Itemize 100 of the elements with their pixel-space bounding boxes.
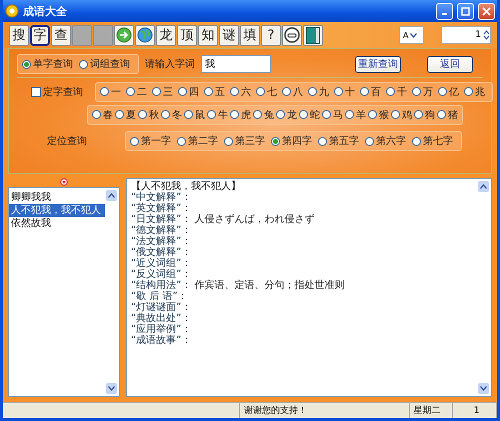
number-radio[interactable]: 三 — [152, 84, 173, 98]
toolbar-button[interactable]: ? — [261, 24, 281, 46]
caret-down-icon — [410, 32, 418, 38]
toolbar-button[interactable]: 搜 — [9, 24, 29, 46]
zodiac-radio[interactable]: 羊 — [345, 108, 366, 122]
close-button[interactable] — [478, 2, 495, 20]
field-label: “典故出处”： — [131, 313, 192, 324]
page-spinner[interactable]: 1 — [441, 26, 491, 44]
result-list-item[interactable]: 依然故我 — [9, 217, 105, 230]
maximize-button[interactable] — [457, 2, 474, 20]
caret-down-icon — [108, 386, 115, 391]
status-text: 谢谢您的支持！ — [244, 404, 308, 417]
zodiac-radio[interactable]: 兔 — [253, 108, 274, 122]
minimize-button[interactable] — [436, 2, 453, 20]
field-value: 人侵さずんば，われ侵さず — [194, 214, 314, 225]
result-list-item[interactable]: 卿卿我我 — [9, 191, 105, 204]
number-radio[interactable]: 九 — [308, 84, 329, 98]
idiom-title: 【人不犯我，我不犯人】 — [131, 181, 242, 192]
number-radio[interactable]: 亿 — [438, 84, 459, 98]
status-text: 星期二 — [414, 404, 441, 417]
zodiac-radio[interactable]: 虎 — [230, 108, 251, 122]
field-label: “成语故事”： — [131, 335, 192, 346]
zodiac-radio[interactable]: 龙 — [276, 108, 297, 122]
number-radio[interactable]: 五 — [204, 84, 225, 98]
zodiac-radio[interactable]: 狗 — [414, 108, 435, 122]
number-radio[interactable]: 四 — [178, 84, 199, 98]
zodiac-radio[interactable]: 猴 — [368, 108, 389, 122]
word-input-field[interactable]: 我 — [201, 55, 271, 73]
field-label: “灯谜谜面”： — [131, 302, 192, 313]
zodiac-radio[interactable]: 夏 — [115, 108, 136, 122]
globe-icon — [137, 27, 153, 43]
input-label: 请输入字词 — [145, 58, 195, 71]
number-radio[interactable]: 兆 — [464, 84, 485, 98]
field-label: “结构用法”： — [131, 280, 192, 291]
number-radio[interactable]: 万 — [412, 84, 433, 98]
fixed-char-checkbox[interactable]: 定字查询 — [31, 84, 83, 98]
field-label: “应用举例”： — [131, 324, 192, 335]
number-radio[interactable]: 百 — [360, 84, 381, 98]
toolbar-button[interactable]: 谜 — [219, 24, 239, 46]
marker-icon — [60, 178, 68, 186]
number-radio[interactable]: 一 — [100, 84, 121, 98]
position-radio[interactable]: 第六字 — [365, 134, 406, 148]
field-label: “法文解释”： — [131, 236, 192, 247]
field-value: 作宾语、定语、分句；指处世准则 — [194, 280, 344, 291]
position-radio[interactable]: 第五字 — [318, 134, 359, 148]
toolbar-button[interactable] — [282, 24, 302, 46]
zodiac-radio[interactable]: 春 — [92, 108, 113, 122]
spin-arrows-icon — [483, 29, 490, 41]
number-radio[interactable]: 千 — [386, 84, 407, 98]
toolbar-button[interactable]: 查 — [51, 24, 71, 46]
number-radio[interactable]: 十 — [334, 84, 355, 98]
number-radio[interactable]: 七 — [256, 84, 277, 98]
maximize-icon — [461, 6, 470, 16]
toolbar-button[interactable] — [303, 24, 323, 46]
position-radio[interactable]: 第二字 — [177, 134, 218, 148]
book-icon — [306, 26, 320, 44]
zodiac-radio[interactable]: 马 — [322, 108, 343, 122]
window-title: 成语大全 — [23, 4, 68, 18]
scroll-up-button[interactable] — [478, 181, 489, 192]
number-radio[interactable]: 二 — [126, 84, 147, 98]
field-label: “反义词组”： — [131, 269, 192, 280]
position-radio[interactable]: 第四字 — [271, 134, 312, 148]
toolbar-button[interactable]: 填 — [240, 24, 260, 46]
scroll-down-button[interactable] — [478, 383, 489, 394]
zodiac-radio[interactable]: 蛇 — [299, 108, 320, 122]
position-radio[interactable]: 第七字 — [412, 134, 453, 148]
field-label: “德文解释”： — [131, 225, 192, 236]
app-icon — [5, 4, 19, 18]
toolbar-button[interactable]: 龙 — [156, 24, 176, 46]
toolbar-button[interactable]: 字 — [30, 24, 50, 46]
font-dropdown[interactable]: A — [399, 26, 424, 44]
toolbar-button[interactable] — [135, 24, 155, 46]
zodiac-radio[interactable]: 秋 — [138, 108, 159, 122]
field-label: “中文解释”： — [131, 192, 192, 203]
toolbar-button[interactable]: 顶 — [177, 24, 197, 46]
zodiac-radio[interactable]: 鸡 — [391, 108, 412, 122]
smiley-icon — [284, 27, 300, 43]
number-radio[interactable]: 六 — [230, 84, 251, 98]
zodiac-radio[interactable]: 猪 — [437, 108, 458, 122]
toolbar-button[interactable] — [114, 24, 134, 46]
mode-radio[interactable]: 词组查询 — [79, 57, 130, 71]
zodiac-radio[interactable]: 鼠 — [184, 108, 205, 122]
caret-up-icon — [480, 184, 487, 189]
position-radio[interactable]: 第一字 — [130, 134, 171, 148]
toolbar-button[interactable]: 知 — [198, 24, 218, 46]
result-list-item[interactable]: 人不犯我，我不犯人 — [9, 204, 105, 217]
position-radio[interactable]: 第三字 — [224, 134, 265, 148]
zodiac-radio[interactable]: 冬 — [161, 108, 182, 122]
status-text: 1 — [474, 406, 480, 416]
field-label: “俄文解释”： — [131, 247, 192, 258]
mode-radio[interactable]: 单字查询 — [22, 57, 73, 71]
number-radio[interactable]: 八 — [282, 84, 303, 98]
scroll-up-button[interactable] — [106, 190, 117, 201]
requery-button[interactable]: 重新查询 — [355, 56, 401, 72]
field-label: “英文解释”： — [131, 203, 192, 214]
close-icon — [482, 6, 491, 16]
back-button[interactable]: 返回 — [427, 56, 473, 72]
zodiac-radio[interactable]: 牛 — [207, 108, 228, 122]
scroll-down-button[interactable] — [106, 383, 117, 394]
field-label: “歇 后 语”： — [131, 291, 188, 302]
